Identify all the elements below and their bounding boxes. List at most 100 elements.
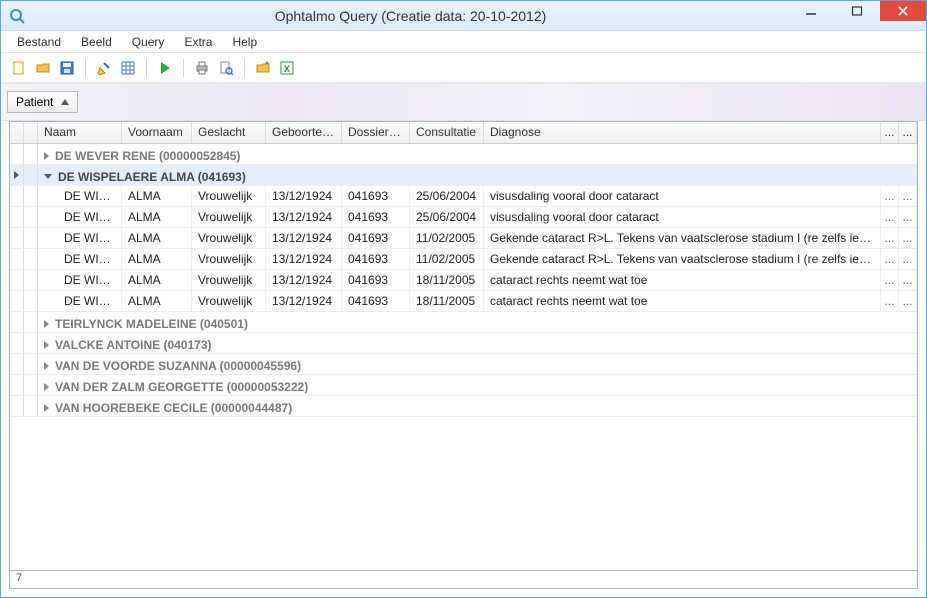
ellipsis-button[interactable]: ... bbox=[881, 291, 899, 311]
ellipsis-button[interactable]: ... bbox=[881, 207, 899, 227]
cell-consult: 25/06/2004 bbox=[410, 186, 484, 206]
expand-toggle[interactable] bbox=[24, 312, 38, 332]
close-button[interactable] bbox=[880, 1, 926, 21]
row-indicator bbox=[10, 354, 24, 374]
ellipsis-button[interactable]: ... bbox=[899, 249, 917, 269]
cell-geslacht: Vrouwelijk bbox=[192, 207, 266, 227]
expand-toggle[interactable] bbox=[24, 396, 38, 416]
window: Ophtalmo Query (Creatie data: 20-10-2012… bbox=[0, 0, 927, 598]
cell-geboorte: 13/12/1924 bbox=[266, 270, 342, 290]
expand-toggle[interactable] bbox=[24, 333, 38, 353]
menu-query[interactable]: Query bbox=[122, 32, 175, 52]
cell-geslacht: Vrouwelijk bbox=[192, 270, 266, 290]
col-dossier[interactable]: Dossiernu... bbox=[342, 122, 410, 143]
svg-text:X: X bbox=[284, 64, 290, 74]
cell-naam: DE WISP... bbox=[58, 228, 122, 248]
chevron-right-icon[interactable] bbox=[44, 362, 49, 370]
table-row[interactable]: DE WISP...ALMAVrouwelijk13/12/1924041693… bbox=[10, 270, 917, 291]
group-label: DE WEVER RENE (00000052845) bbox=[55, 149, 240, 163]
group-row[interactable]: VAN DE VOORDE SUZANNA (00000045596) bbox=[10, 354, 917, 375]
menu-extra[interactable]: Extra bbox=[174, 32, 222, 52]
group-label: VAN HOOREBEKE CECILE (00000044487) bbox=[55, 401, 292, 415]
group-row[interactable]: VAN HOOREBEKE CECILE (00000044487) bbox=[10, 396, 917, 417]
print-icon[interactable] bbox=[192, 58, 212, 78]
minimize-button[interactable] bbox=[788, 1, 834, 21]
expand-placeholder bbox=[24, 270, 38, 290]
table-row[interactable]: DE WISP...ALMAVrouwelijk13/12/1924041693… bbox=[10, 228, 917, 249]
expand-toggle[interactable] bbox=[24, 144, 38, 164]
group-cell[interactable]: DE WISPELAERE ALMA (041693) bbox=[38, 165, 917, 185]
cell-dossier: 041693 bbox=[342, 228, 410, 248]
chevron-right-icon[interactable] bbox=[44, 404, 49, 412]
save-icon[interactable] bbox=[57, 58, 77, 78]
table-row[interactable]: DE WISP...ALMAVrouwelijk13/12/1924041693… bbox=[10, 207, 917, 228]
group-cell[interactable]: TEIRLYNCK MADELEINE (040501) bbox=[38, 312, 917, 332]
table-row[interactable]: DE WISP...ALMAVrouwelijk13/12/1924041693… bbox=[10, 186, 917, 207]
group-row[interactable]: TEIRLYNCK MADELEINE (040501) bbox=[10, 312, 917, 333]
chevron-right-icon[interactable] bbox=[44, 341, 49, 349]
group-row[interactable]: VALCKE ANTOINE (040173) bbox=[10, 333, 917, 354]
design-icon[interactable] bbox=[94, 58, 114, 78]
print-preview-icon[interactable] bbox=[216, 58, 236, 78]
ellipsis-button[interactable]: ... bbox=[881, 270, 899, 290]
current-row-icon bbox=[14, 171, 19, 179]
menu-bestand[interactable]: Bestand bbox=[7, 32, 71, 52]
new-icon[interactable] bbox=[9, 58, 29, 78]
menu-beeld[interactable]: Beeld bbox=[71, 32, 122, 52]
groupby-chip[interactable]: Patient bbox=[7, 91, 78, 113]
col-geboorte[interactable]: Geboorted... bbox=[266, 122, 342, 143]
ellipsis-button[interactable]: ... bbox=[899, 228, 917, 248]
indent bbox=[38, 249, 58, 269]
ellipsis-button[interactable]: ... bbox=[881, 249, 899, 269]
group-row[interactable]: DE WEVER RENE (00000052845) bbox=[10, 144, 917, 165]
toolbar: X bbox=[1, 53, 926, 83]
col-extra2[interactable]: ... bbox=[899, 122, 917, 143]
cell-diagnose: Gekende cataract R>L. Tekens van vaatscl… bbox=[484, 249, 881, 269]
grid-icon[interactable] bbox=[118, 58, 138, 78]
group-cell[interactable]: DE WEVER RENE (00000052845) bbox=[38, 144, 917, 164]
chevron-right-icon[interactable] bbox=[44, 383, 49, 391]
chevron-right-icon[interactable] bbox=[44, 320, 49, 328]
expand-toggle[interactable] bbox=[24, 354, 38, 374]
maximize-button[interactable] bbox=[834, 1, 880, 21]
grid-body[interactable]: DE WEVER RENE (00000052845) DE WISPELAERE… bbox=[10, 144, 917, 570]
cell-voornaam: ALMA bbox=[122, 207, 192, 227]
row-indicator bbox=[10, 396, 24, 416]
chevron-right-icon[interactable] bbox=[44, 152, 49, 160]
group-row[interactable]: VAN DER ZALM GEORGETTE (00000053222) bbox=[10, 375, 917, 396]
cell-consult: 18/11/2005 bbox=[410, 291, 484, 311]
ellipsis-button[interactable]: ... bbox=[881, 228, 899, 248]
run-icon[interactable] bbox=[155, 58, 175, 78]
row-indicator bbox=[10, 186, 24, 206]
ellipsis-button[interactable]: ... bbox=[899, 207, 917, 227]
table-row[interactable]: DE WISP...ALMAVrouwelijk13/12/1924041693… bbox=[10, 249, 917, 270]
expand-toggle[interactable] bbox=[24, 375, 38, 395]
group-cell[interactable]: VAN HOOREBEKE CECILE (00000044487) bbox=[38, 396, 917, 416]
group-cell[interactable]: VAN DE VOORDE SUZANNA (00000045596) bbox=[38, 354, 917, 374]
ellipsis-button[interactable]: ... bbox=[899, 186, 917, 206]
cell-consult: 11/02/2005 bbox=[410, 249, 484, 269]
col-consult[interactable]: Consultatie bbox=[410, 122, 484, 143]
group-row[interactable]: DE WISPELAERE ALMA (041693) bbox=[10, 165, 917, 186]
col-geslacht[interactable]: Geslacht bbox=[192, 122, 266, 143]
ellipsis-button[interactable]: ... bbox=[899, 291, 917, 311]
group-cell[interactable]: VALCKE ANTOINE (040173) bbox=[38, 333, 917, 353]
ellipsis-button[interactable]: ... bbox=[899, 270, 917, 290]
export-folder-icon[interactable] bbox=[253, 58, 273, 78]
export-excel-icon[interactable]: X bbox=[277, 58, 297, 78]
col-voornaam[interactable]: Voornaam bbox=[122, 122, 192, 143]
indent bbox=[38, 207, 58, 227]
cell-naam: DE WISP... bbox=[58, 207, 122, 227]
col-extra1[interactable]: ... bbox=[881, 122, 899, 143]
cell-dossier: 041693 bbox=[342, 270, 410, 290]
group-cell[interactable]: VAN DER ZALM GEORGETTE (00000053222) bbox=[38, 375, 917, 395]
menu-help[interactable]: Help bbox=[222, 32, 267, 52]
table-row[interactable]: DE WISP...ALMAVrouwelijk13/12/1924041693… bbox=[10, 291, 917, 312]
col-naam[interactable]: Naam bbox=[38, 122, 122, 143]
col-diagnose[interactable]: Diagnose bbox=[484, 122, 881, 143]
ellipsis-button[interactable]: ... bbox=[881, 186, 899, 206]
cell-dossier: 041693 bbox=[342, 291, 410, 311]
open-icon[interactable] bbox=[33, 58, 53, 78]
expand-toggle[interactable] bbox=[24, 165, 38, 185]
chevron-down-icon[interactable] bbox=[44, 174, 52, 179]
